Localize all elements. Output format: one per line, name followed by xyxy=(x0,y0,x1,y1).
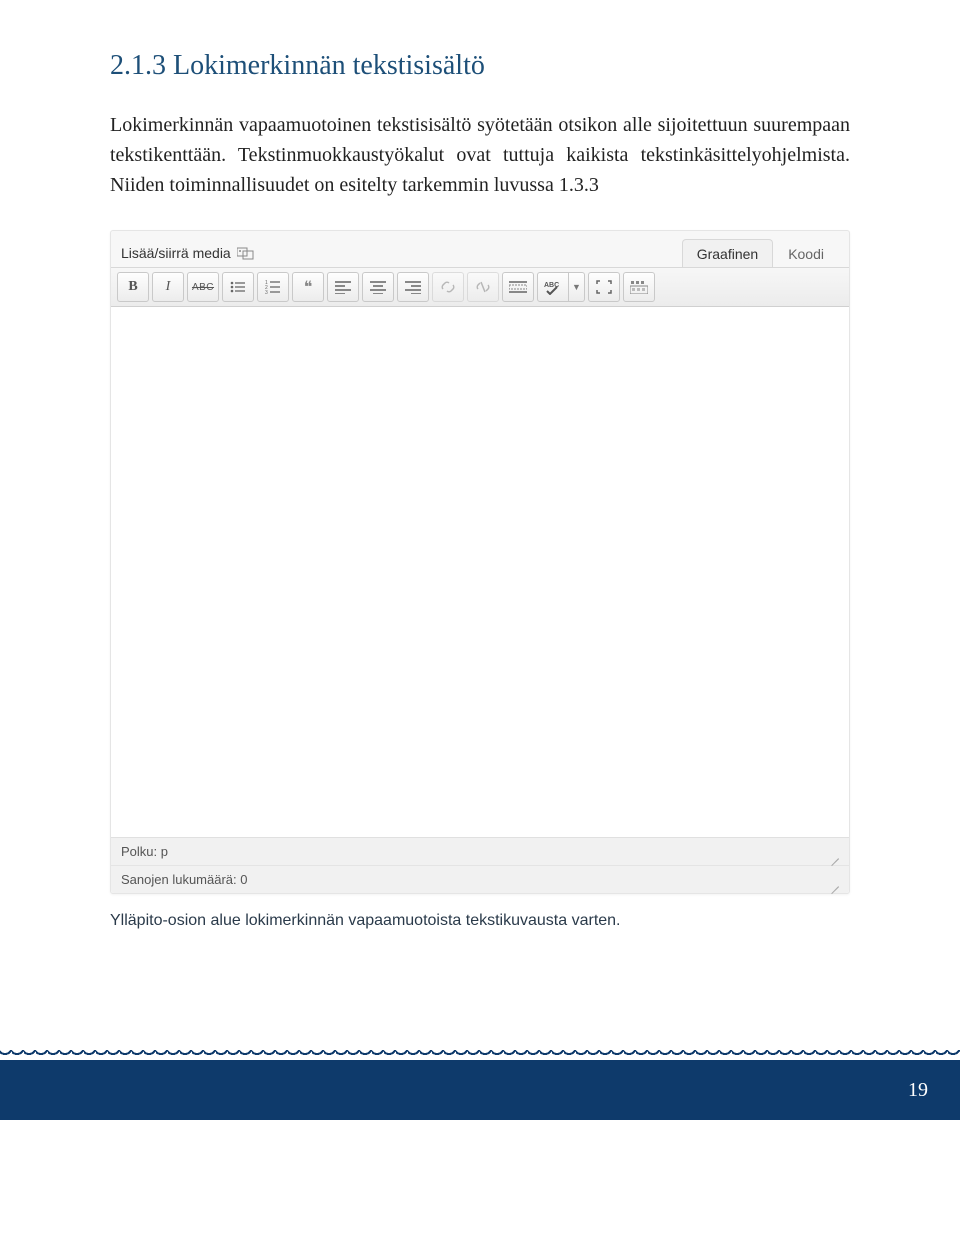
italic-button[interactable]: I xyxy=(152,272,184,302)
svg-text:3: 3 xyxy=(265,290,268,294)
quote-icon: ❝ xyxy=(304,277,313,297)
unlink-icon xyxy=(475,280,491,294)
footer-wave-decoration xyxy=(0,1050,960,1060)
link-button[interactable] xyxy=(432,272,464,302)
status-wordcount-row: Sanojen lukumäärä: 0 xyxy=(111,866,849,893)
align-right-icon xyxy=(405,280,421,294)
tab-visual[interactable]: Graafinen xyxy=(682,239,773,267)
media-icon xyxy=(237,245,255,261)
bullet-list-icon xyxy=(230,280,246,294)
editor-header: Lisää/siirrä media Graafinen Koodi xyxy=(111,231,849,267)
spellcheck-icon: ABC xyxy=(543,279,563,295)
align-right-button[interactable] xyxy=(397,272,429,302)
blockquote-button[interactable]: ❝ xyxy=(292,272,324,302)
link-icon xyxy=(440,280,456,294)
editor-status-bar: Polku: p Sanojen lukumäärä: 0 xyxy=(111,838,849,893)
spellcheck-group: ABC ▼ xyxy=(537,272,585,302)
unlink-button[interactable] xyxy=(467,272,499,302)
align-left-button[interactable] xyxy=(327,272,359,302)
numbered-list-button[interactable]: 1 2 3 xyxy=(257,272,289,302)
italic-icon: I xyxy=(166,279,171,295)
bullet-list-button[interactable] xyxy=(222,272,254,302)
resize-handle[interactable] xyxy=(825,873,839,887)
fullscreen-icon xyxy=(596,280,612,294)
spellcheck-dropdown[interactable]: ▼ xyxy=(569,272,585,302)
document-page: 2.1.3 Lokimerkinnän tekstisisältö Lokime… xyxy=(0,0,960,1120)
body-paragraph: Lokimerkinnän vapaamuotoinen tekstisisäl… xyxy=(110,110,850,200)
fullscreen-button[interactable] xyxy=(588,272,620,302)
strikethrough-button[interactable]: ABC xyxy=(187,272,219,302)
bold-icon: B xyxy=(128,279,137,295)
align-center-icon xyxy=(370,280,386,294)
status-path: Polku: p xyxy=(121,844,168,859)
page-number: 19 xyxy=(908,1079,928,1102)
editor-content-area[interactable] xyxy=(111,307,849,838)
strikethrough-icon: ABC xyxy=(192,282,214,293)
editor-screenshot: Lisää/siirrä media Graafinen Koodi B I A… xyxy=(110,230,850,894)
editor-mode-tabs: Graafinen Koodi xyxy=(682,239,839,267)
align-center-button[interactable] xyxy=(362,272,394,302)
status-wordcount: Sanojen lukumäärä: 0 xyxy=(121,872,247,887)
page-footer: 19 xyxy=(0,1060,960,1120)
spellcheck-button[interactable]: ABC xyxy=(537,272,569,302)
add-media-label: Lisää/siirrä media xyxy=(121,245,231,261)
status-path-row: Polku: p xyxy=(111,838,849,866)
section-heading: 2.1.3 Lokimerkinnän tekstisisältö xyxy=(110,50,850,82)
tab-code[interactable]: Koodi xyxy=(773,239,839,267)
align-left-icon xyxy=(335,280,351,294)
bold-button[interactable]: B xyxy=(117,272,149,302)
resize-handle[interactable] xyxy=(825,845,839,859)
insert-more-icon xyxy=(509,280,527,294)
figure-caption: Ylläpito-osion alue lokimerkinnän vapaam… xyxy=(110,912,850,930)
add-media-link[interactable]: Lisää/siirrä media xyxy=(121,245,255,267)
editor-toolbar: B I ABC 1 2 3 ❝ xyxy=(111,267,849,307)
insert-more-button[interactable] xyxy=(502,272,534,302)
kitchen-sink-button[interactable] xyxy=(623,272,655,302)
kitchen-sink-icon xyxy=(630,280,648,294)
numbered-list-icon: 1 2 3 xyxy=(265,280,281,294)
